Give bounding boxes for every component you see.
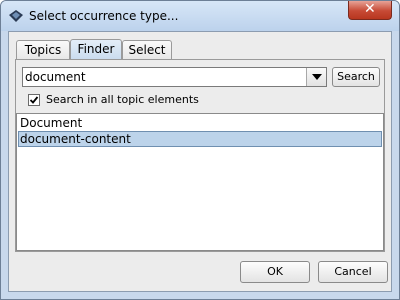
chevron-down-icon <box>312 74 322 80</box>
ok-button[interactable]: OK <box>240 261 310 283</box>
search-all-label: Search in all topic elements <box>46 93 199 106</box>
finder-panel: Search Search in all topic elements Docu… <box>15 59 385 252</box>
combo-dropdown-button[interactable] <box>306 68 326 86</box>
search-combo[interactable] <box>22 67 327 87</box>
checkmark-icon <box>29 96 39 104</box>
tab-label: Finder <box>77 42 115 56</box>
tab-finder[interactable]: Finder <box>70 39 122 60</box>
app-icon <box>8 8 24 24</box>
close-button[interactable]: ✕ <box>348 1 392 20</box>
list-item[interactable]: Document <box>18 115 382 131</box>
tab-label: Topics <box>24 43 62 57</box>
search-button-label: Search <box>337 70 375 83</box>
close-icon: ✕ <box>364 1 376 17</box>
tab-select[interactable]: Select <box>122 40 172 60</box>
cancel-button[interactable]: Cancel <box>318 261 388 283</box>
title-bar[interactable]: Select occurrence type... ✕ <box>1 1 399 31</box>
search-input[interactable] <box>25 69 303 85</box>
results-list: Document document-content <box>16 113 384 251</box>
cancel-button-label: Cancel <box>334 265 372 278</box>
list-item-label: document-content <box>20 132 131 146</box>
tab-topics[interactable]: Topics <box>16 40 70 60</box>
search-button[interactable]: Search <box>332 67 380 87</box>
search-all-checkbox[interactable] <box>28 94 40 106</box>
dialog-window: Select occurrence type... ✕ Topics Finde… <box>0 0 400 300</box>
list-item-label: Document <box>20 116 83 130</box>
ok-button-label: OK <box>267 265 283 278</box>
window-title: Select occurrence type... <box>29 9 179 23</box>
list-item[interactable]: document-content <box>18 131 382 147</box>
dialog-content: Topics Finder Select Search <box>8 31 392 292</box>
tab-label: Select <box>128 43 166 57</box>
